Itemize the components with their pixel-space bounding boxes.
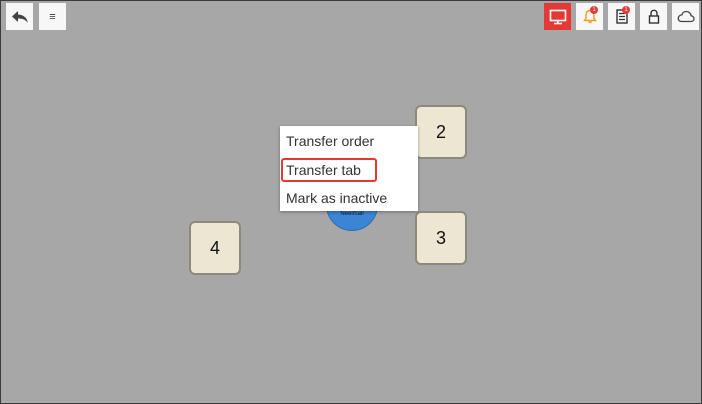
cloud-button[interactable]: [672, 3, 699, 30]
floor-plan-canvas: ≡ 1 1 2 3 4 Neelmall Transfer order Tran…: [0, 0, 702, 404]
menu-item-transfer-tab[interactable]: Transfer tab: [286, 162, 361, 178]
back-button[interactable]: [6, 3, 33, 30]
table-number: 2: [435, 121, 446, 142]
table-number: 4: [209, 237, 220, 258]
context-menu: Transfer order Transfer tab Mark as inac…: [280, 126, 418, 211]
table-2[interactable]: 2: [415, 105, 467, 159]
notifications-button[interactable]: 1: [576, 3, 603, 30]
screen-button[interactable]: [544, 3, 571, 30]
round-table-label: Neelmall: [340, 211, 364, 217]
menu-item-mark-as-inactive[interactable]: Mark as inactive: [286, 190, 387, 206]
table-4[interactable]: 4: [189, 221, 241, 275]
notification-badge: 1: [590, 6, 598, 14]
undo-arrow-icon: [11, 10, 28, 23]
monitor-icon: [549, 9, 566, 24]
orders-button[interactable]: 1: [608, 3, 635, 30]
hamburger-icon: ≡: [49, 10, 56, 23]
table-number: 3: [435, 227, 446, 248]
lock-icon: [648, 9, 659, 24]
menu-item-transfer-order[interactable]: Transfer order: [286, 133, 374, 149]
menu-button[interactable]: ≡: [39, 3, 66, 30]
lock-button[interactable]: [640, 3, 667, 30]
table-3[interactable]: 3: [415, 211, 467, 265]
orders-badge: 1: [622, 6, 630, 14]
cloud-icon: [677, 10, 695, 23]
